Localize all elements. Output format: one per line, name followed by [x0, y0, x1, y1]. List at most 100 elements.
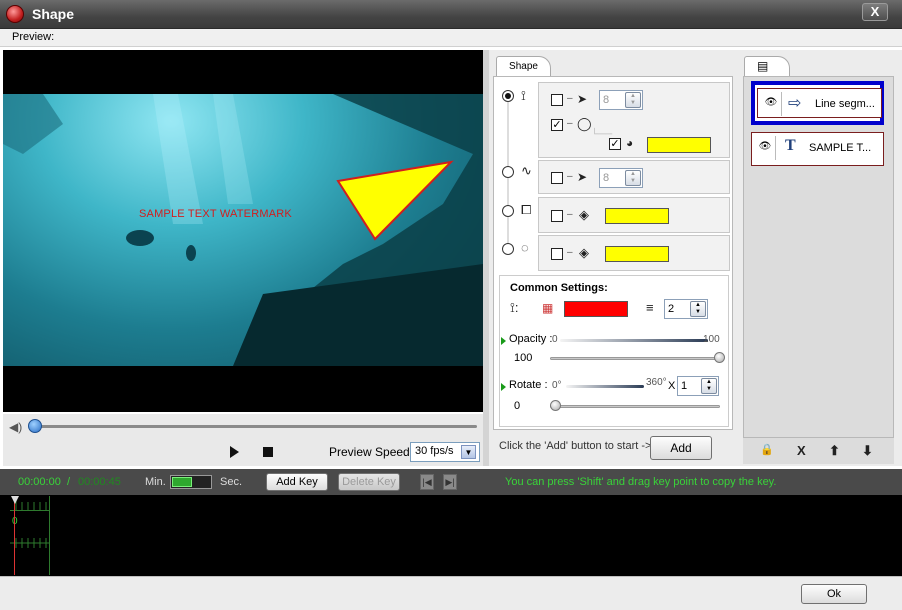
rotate-slider[interactable] [550, 405, 720, 408]
expand-rotate-icon[interactable] [501, 383, 506, 391]
rotate-label: Rotate : [509, 379, 548, 391]
volume-icon[interactable]: ◀) [9, 420, 22, 434]
line-style-icon: ⟟: [510, 300, 519, 315]
seek-thumb[interactable] [28, 419, 42, 433]
line-width-icon: ≡ [646, 300, 654, 315]
zoom-slider[interactable] [170, 475, 212, 489]
ellipse-icon: ◌ [521, 240, 529, 255]
shape-options-body: ⟟ – ➤ 8 ▲ ▼ ✓ – ◯ └── ✓ ◕ ∿ – ➤ 8 ▲ ▼ ⧠ … [493, 76, 733, 430]
tab-shape[interactable]: Shape [496, 56, 551, 76]
delete-layer-button[interactable]: X [797, 443, 806, 458]
sample-watermark[interactable]: SAMPLE TEXT WATERMARK [139, 208, 292, 220]
preview-label: Preview: [12, 31, 55, 43]
line-fill-checkbox[interactable]: ✓ [609, 138, 621, 150]
spinner-arrows-icon[interactable]: ▲ ▼ [625, 92, 641, 108]
delete-key-button[interactable]: Delete Key [338, 473, 400, 491]
add-button[interactable]: Add [650, 436, 712, 460]
layers-panel: ▤ 👁 ⇨ Line segm... 👁 T SAMPLE T... 🔒 X ⬆… [740, 50, 902, 466]
arrowhead-icon: ➤ [577, 170, 588, 184]
line-arrow-checkbox[interactable] [551, 94, 563, 106]
preview-speed-select[interactable]: 30 fps/s ▼ [410, 442, 480, 462]
tab-layers[interactable]: ▤ [744, 56, 790, 76]
circle-end-icon: ◯ [577, 116, 592, 131]
chevron-down-icon[interactable]: ▼ [461, 445, 476, 459]
opacity-min: 0 [552, 334, 558, 345]
paint-bucket-icon: ◈ [579, 245, 589, 260]
radio-curve-shape[interactable] [502, 166, 514, 178]
rectangle-fill-color-swatch[interactable] [605, 208, 669, 224]
ellipse-options-group: – ◈ [538, 235, 730, 271]
total-time: 00:00:45 [78, 476, 121, 488]
palette-icon[interactable]: ▦ [542, 301, 553, 315]
expand-opacity-icon[interactable] [501, 337, 506, 345]
rotate-multiplier-spinner[interactable]: 1 ▲ ▼ [677, 376, 719, 396]
paint-bucket-icon: ◈ [579, 207, 589, 222]
seek-bar: ◀) [3, 414, 483, 438]
move-down-icon[interactable]: ⬇ [862, 443, 873, 459]
lock-icon[interactable]: 🔒 [760, 443, 774, 456]
arrow-outline-icon: ⇨ [788, 95, 802, 112]
window-title: Shape [32, 6, 75, 22]
timeline-ruler: 0 [10, 496, 50, 575]
time-separator: / [67, 476, 71, 488]
close-button[interactable]: X [862, 3, 888, 21]
eye-icon[interactable]: 👁 [764, 97, 778, 108]
app-logo-icon [6, 5, 24, 23]
timeline: 00:00:00 / 00:00:45 Min. Sec. Add Key De… [0, 469, 902, 576]
rotate-min: 0° [552, 380, 562, 391]
radio-rectangle-shape[interactable] [502, 205, 514, 217]
next-key-icon[interactable]: ▶| [443, 474, 457, 490]
common-settings-title: Common Settings: [510, 282, 608, 294]
radio-ellipse-shape[interactable] [502, 243, 514, 255]
layers-stack-icon: ▤ [757, 59, 769, 73]
video-frame: SAMPLE TEXT WATERMARK [3, 94, 483, 366]
line-width-spinner[interactable]: 2 ▲ ▼ [664, 299, 708, 319]
ellipse-fill-color-swatch[interactable] [605, 246, 669, 262]
layer-item-text[interactable]: 👁 T SAMPLE T... [751, 132, 884, 166]
add-key-button[interactable]: Add Key [266, 473, 328, 491]
preview-speed-label: Preview Speed: [329, 445, 414, 459]
opacity-slider-thumb[interactable] [714, 352, 725, 363]
opacity-slider[interactable] [550, 357, 720, 360]
curve-options-group: – ➤ 8 ▲ ▼ [538, 160, 730, 194]
eye-icon[interactable]: 👁 [758, 141, 772, 152]
opacity-max: 100 [703, 334, 720, 345]
play-button[interactable] [230, 446, 239, 458]
layer-item-line[interactable]: 👁 ⇨ Line segm... [751, 81, 884, 125]
timeline-track[interactable]: 0 [0, 495, 902, 576]
rotate-max: 360° [646, 377, 667, 388]
zoom-slider-fill [172, 477, 192, 487]
opacity-label: Opacity : [509, 333, 553, 345]
polyline-icon: ⟟ [521, 88, 526, 103]
playhead-handle-icon[interactable] [11, 496, 19, 504]
color-wheel-icon[interactable]: ◕ [626, 136, 633, 150]
spinner-arrows-icon[interactable]: ▲ ▼ [701, 378, 717, 394]
arrowhead-icon: ➤ [577, 92, 588, 106]
ok-button[interactable]: Ok [801, 584, 867, 604]
curve-arrow-checkbox[interactable] [551, 172, 563, 184]
preview-bar: Preview: [0, 29, 902, 47]
move-up-icon[interactable]: ⬆ [829, 443, 840, 459]
video-preview[interactable]: SAMPLE TEXT WATERMARK [3, 50, 483, 412]
line-color-swatch[interactable] [564, 301, 628, 317]
prev-key-icon[interactable]: |◀ [420, 474, 434, 490]
radio-line-shape[interactable] [502, 90, 514, 102]
ellipse-fill-checkbox[interactable] [551, 248, 563, 260]
rotate-gradient [566, 385, 644, 388]
seek-track[interactable] [35, 425, 477, 428]
spinner-arrows-icon[interactable]: ▲ ▼ [690, 301, 706, 317]
title-bar: Shape X [0, 0, 902, 29]
line-circle-checkbox[interactable]: ✓ [551, 119, 563, 131]
line-fill-color-swatch[interactable] [647, 137, 711, 153]
line-arrow-size-spinner[interactable]: 8 ▲ ▼ [599, 90, 643, 110]
stop-button[interactable] [263, 447, 273, 457]
rotate-slider-thumb[interactable] [550, 400, 561, 411]
curve-arrow-size-spinner[interactable]: 8 ▲ ▼ [599, 168, 643, 188]
timeline-playhead[interactable] [11, 496, 19, 575]
text-icon: T [785, 137, 796, 154]
spinner-arrows-icon[interactable]: ▲ ▼ [625, 170, 641, 186]
layer-label: Line segm... [815, 98, 875, 110]
rectangle-fill-checkbox[interactable] [551, 210, 563, 222]
common-settings-group: Common Settings: ⟟: ▦ ≡ 2 ▲ ▼ Opacity : 0… [499, 275, 729, 427]
playback-bar: Preview Speed: 30 fps/s ▼ [3, 438, 483, 466]
